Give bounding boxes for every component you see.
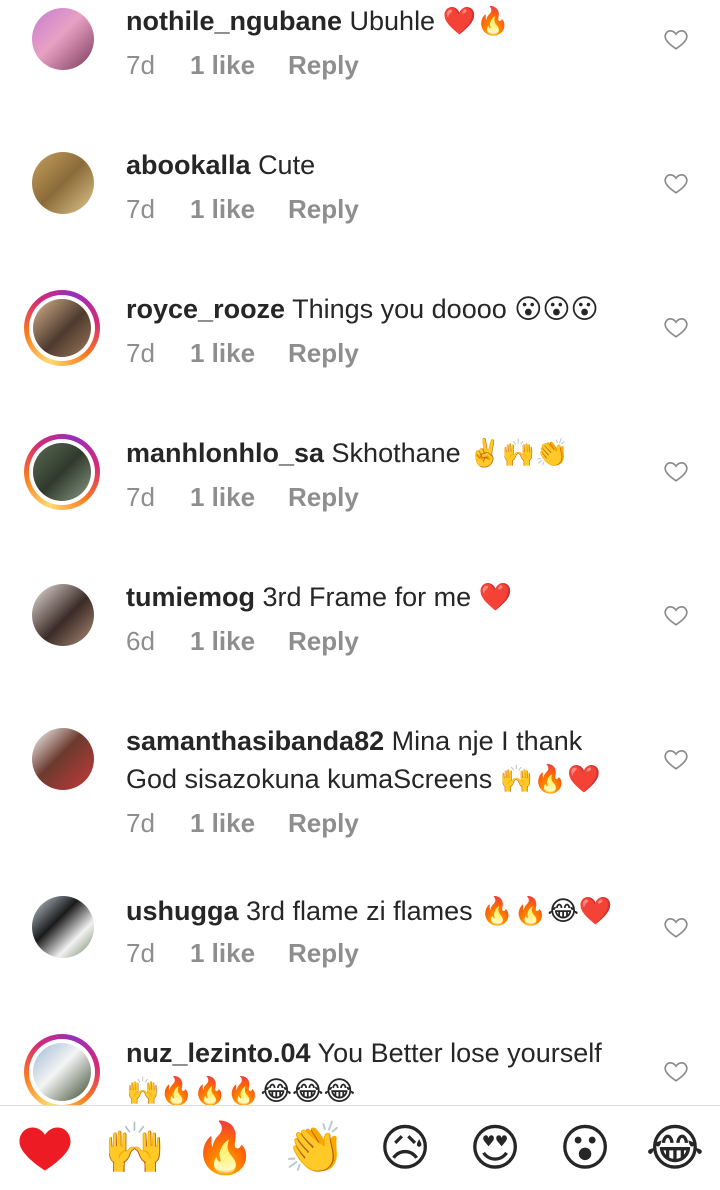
comment-time: 7d bbox=[126, 808, 155, 838]
comment-username[interactable]: ushugga bbox=[126, 896, 239, 926]
tears-of-joy-icon[interactable]: 😂 bbox=[644, 1117, 706, 1179]
avatar[interactable] bbox=[32, 728, 94, 790]
like-heart-icon[interactable] bbox=[663, 746, 689, 772]
comment-text: tumiemog 3rd Frame for me ❤️ bbox=[126, 578, 626, 617]
comment-text: royce_rooze Things you doooo 😮😮😮 bbox=[126, 290, 626, 329]
avatar-story-ring[interactable] bbox=[24, 290, 100, 366]
comment-emoji: 😮😮😮 bbox=[514, 294, 599, 325]
reply-button[interactable]: Reply bbox=[288, 338, 359, 369]
avatar-story-ring[interactable] bbox=[24, 1034, 100, 1105]
comment-meta: 7d 1 like Reply bbox=[126, 808, 359, 839]
comment-item: samanthasibanda82 Mina nje I thank God s… bbox=[0, 722, 720, 894]
like-heart-icon[interactable] bbox=[663, 26, 689, 52]
comment-time: 7d bbox=[126, 194, 155, 224]
comment-username[interactable]: royce_rooze bbox=[126, 294, 285, 324]
comment-meta: 7d 1 like Reply bbox=[126, 50, 359, 81]
comment-likes[interactable]: 1 like bbox=[190, 482, 288, 513]
comment-body: Things you doooo bbox=[292, 294, 507, 324]
comment-list: nothile_ngubane Ubuhle ❤️🔥 7d 1 like Rep… bbox=[0, 0, 720, 1105]
comment-emoji: 🙌🔥🔥🔥😂😂😂 bbox=[126, 1076, 356, 1105]
like-heart-icon[interactable] bbox=[663, 602, 689, 628]
comment-item: royce_rooze Things you doooo 😮😮😮 7d 1 li… bbox=[0, 288, 720, 428]
comment-emoji: 🙌🔥❤️ bbox=[499, 764, 601, 795]
comment-username[interactable]: tumiemog bbox=[126, 582, 255, 612]
comment-item: ushugga 3rd flame zi flames 🔥🔥😂❤️ 7d 1 l… bbox=[0, 890, 720, 1030]
avatar[interactable] bbox=[32, 584, 94, 646]
like-heart-icon[interactable] bbox=[663, 314, 689, 340]
comment-emoji: ❤️ bbox=[478, 582, 513, 613]
comment-text: nothile_ngubane Ubuhle ❤️🔥 bbox=[126, 2, 626, 41]
surprised-face-icon[interactable]: 😮 bbox=[554, 1117, 616, 1179]
comment-item: abookalla Cute 7d 1 like Reply bbox=[0, 144, 720, 284]
comment-meta: 7d 1 like Reply bbox=[126, 938, 359, 969]
reply-button[interactable]: Reply bbox=[288, 194, 359, 225]
avatar[interactable] bbox=[32, 152, 94, 214]
comment-username[interactable]: samanthasibanda82 bbox=[126, 726, 384, 756]
reply-button[interactable]: Reply bbox=[288, 482, 359, 513]
comment-text: ushugga 3rd flame zi flames 🔥🔥😂❤️ bbox=[126, 892, 626, 931]
comment-body: Skhothane bbox=[331, 438, 461, 468]
comment-time: 7d bbox=[126, 50, 155, 80]
fire-icon[interactable]: 🔥 bbox=[194, 1117, 256, 1179]
comment-body: You Better lose yourself bbox=[317, 1038, 602, 1068]
reply-button[interactable]: Reply bbox=[288, 50, 359, 81]
avatar-story-ring[interactable] bbox=[24, 434, 100, 510]
comment-text: abookalla Cute bbox=[126, 146, 626, 184]
comment-time: 7d bbox=[126, 338, 155, 368]
quick-emoji-bar: 🙌 🔥 👏 😥 😍 😮 😂 bbox=[0, 1105, 720, 1190]
comment-time: 6d bbox=[126, 626, 155, 656]
like-heart-icon[interactable] bbox=[663, 170, 689, 196]
sad-face-icon[interactable]: 😥 bbox=[374, 1117, 436, 1179]
clapping-hands-icon[interactable]: 👏 bbox=[284, 1117, 346, 1179]
avatar[interactable] bbox=[32, 896, 94, 958]
comment-body: 3rd flame zi flames bbox=[246, 896, 473, 926]
comment-emoji: ✌️🙌👏 bbox=[468, 438, 570, 469]
reply-button[interactable]: Reply bbox=[288, 808, 359, 839]
comment-time: 7d bbox=[126, 482, 155, 512]
comment-meta: 7d 1 like Reply bbox=[126, 482, 359, 513]
comment-body: 3rd Frame for me bbox=[262, 582, 472, 612]
comment-emoji: ❤️🔥 bbox=[442, 6, 510, 37]
reply-button[interactable]: Reply bbox=[288, 938, 359, 969]
raising-hands-icon[interactable]: 🙌 bbox=[104, 1117, 166, 1179]
comment-text: nuz_lezinto.04 You Better lose yourself … bbox=[126, 1034, 626, 1105]
like-heart-icon[interactable] bbox=[663, 458, 689, 484]
comment-likes[interactable]: 1 like bbox=[190, 938, 288, 969]
comment-likes[interactable]: 1 like bbox=[190, 194, 288, 225]
comment-likes[interactable]: 1 like bbox=[190, 338, 288, 369]
comment-likes[interactable]: 1 like bbox=[190, 50, 288, 81]
comment-item: nothile_ngubane Ubuhle ❤️🔥 7d 1 like Rep… bbox=[0, 0, 720, 140]
comment-meta: 7d 1 like Reply bbox=[126, 194, 359, 225]
comment-text: manhlonhlo_sa Skhothane ✌️🙌👏 bbox=[126, 434, 626, 473]
avatar[interactable] bbox=[32, 8, 94, 70]
comment-item: tumiemog 3rd Frame for me ❤️ 6d 1 like R… bbox=[0, 576, 720, 716]
reply-button[interactable]: Reply bbox=[288, 626, 359, 657]
like-heart-icon[interactable] bbox=[663, 914, 689, 940]
comment-item: manhlonhlo_sa Skhothane ✌️🙌👏 7d 1 like R… bbox=[0, 432, 720, 572]
comment-username[interactable]: nothile_ngubane bbox=[126, 6, 342, 36]
heart-eyes-icon[interactable]: 😍 bbox=[464, 1117, 526, 1179]
comment-body: Ubuhle bbox=[349, 6, 436, 36]
comment-time: 7d bbox=[126, 938, 155, 968]
red-heart-icon[interactable] bbox=[14, 1117, 76, 1179]
like-heart-icon[interactable] bbox=[663, 1058, 689, 1084]
comment-likes[interactable]: 1 like bbox=[190, 626, 288, 657]
comment-username[interactable]: abookalla bbox=[126, 150, 251, 180]
comment-username[interactable]: manhlonhlo_sa bbox=[126, 438, 324, 468]
comment-text: samanthasibanda82 Mina nje I thank God s… bbox=[126, 722, 626, 799]
comment-meta: 7d 1 like Reply bbox=[126, 338, 359, 369]
comment-item: nuz_lezinto.04 You Better lose yourself … bbox=[0, 1034, 720, 1105]
comment-body: Cute bbox=[258, 150, 316, 180]
comment-likes[interactable]: 1 like bbox=[190, 808, 288, 839]
comment-meta: 6d 1 like Reply bbox=[126, 626, 359, 657]
comment-emoji: 🔥🔥😂❤️ bbox=[480, 896, 613, 927]
comment-username[interactable]: nuz_lezinto.04 bbox=[126, 1038, 311, 1068]
